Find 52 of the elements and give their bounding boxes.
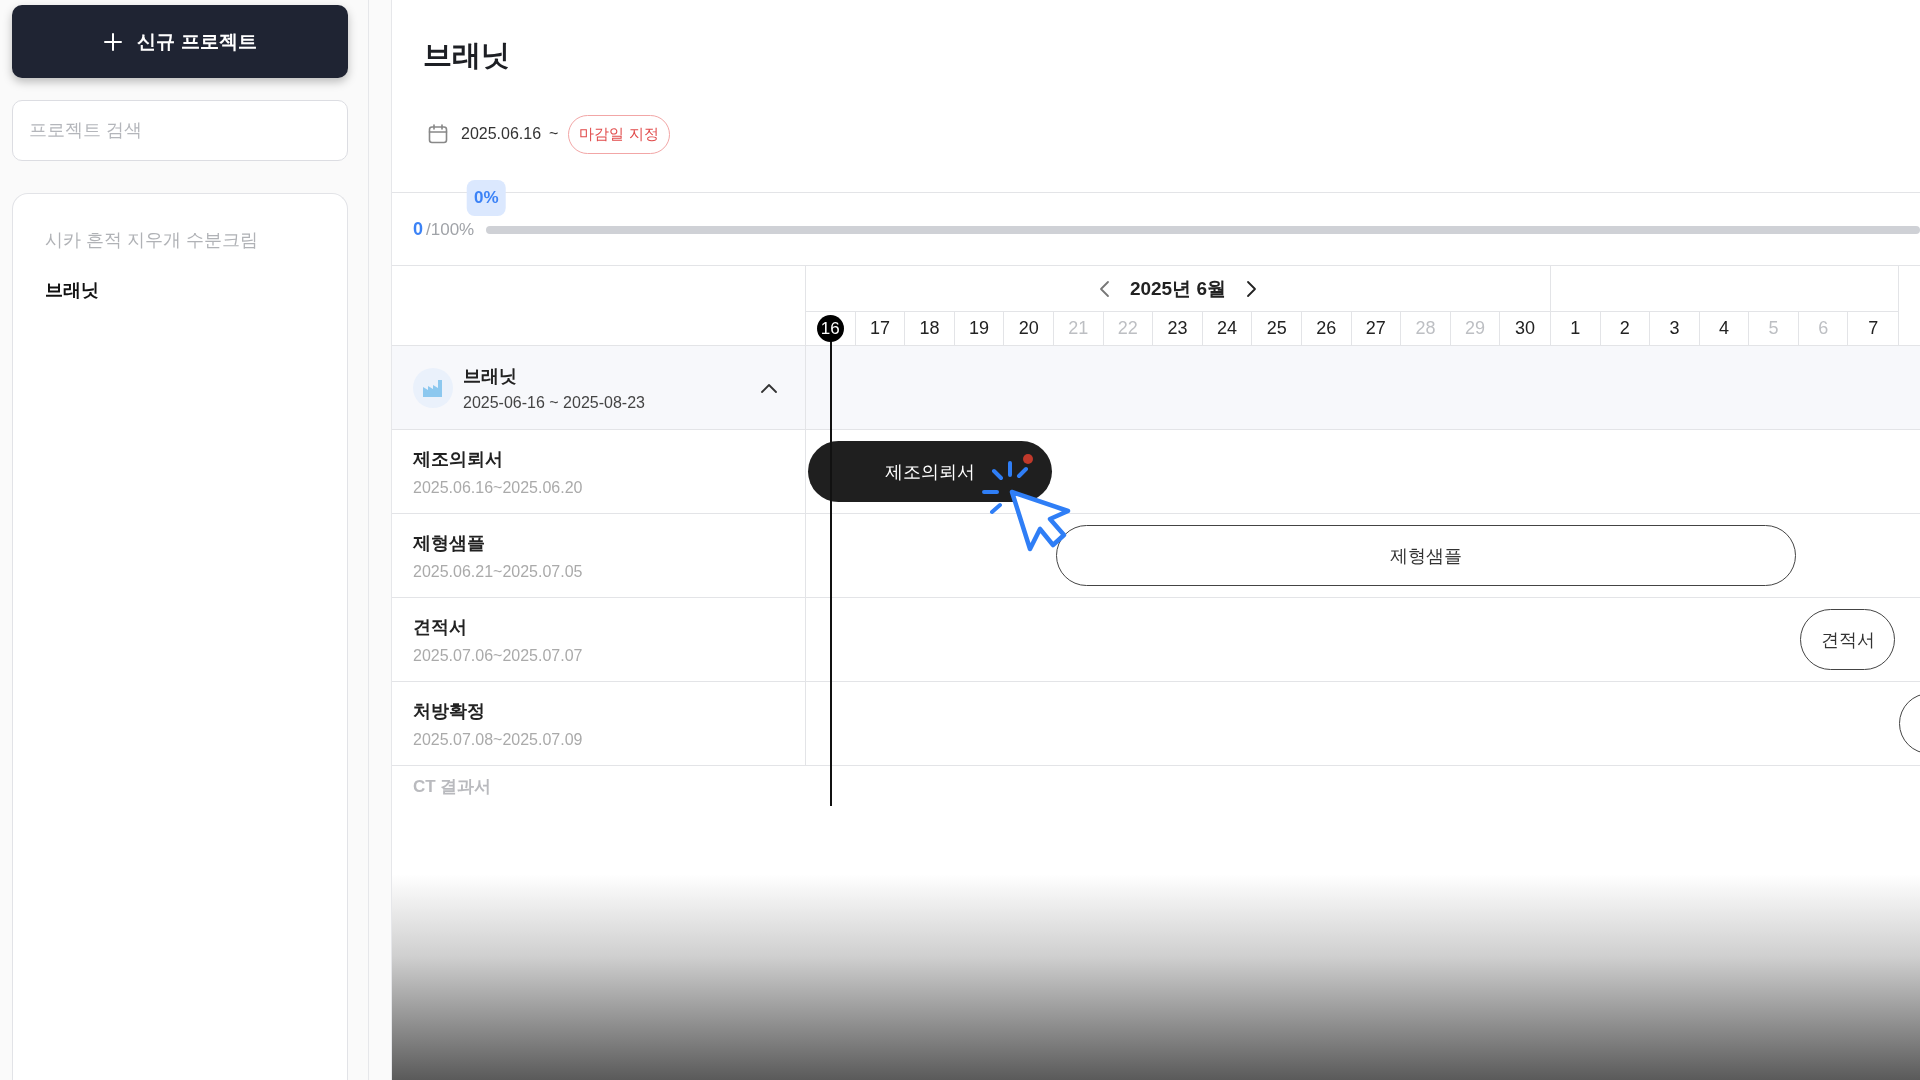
plus-icon xyxy=(103,31,124,52)
progress-badge: 0% xyxy=(466,180,506,216)
day-label: 20 xyxy=(1018,318,1039,340)
set-deadline-button[interactable]: 마감일 지정 xyxy=(568,114,670,154)
task-bar[interactable]: 견적서 xyxy=(1800,609,1896,670)
group-name: 브래닛 xyxy=(463,364,518,388)
day-label: 4 xyxy=(1718,318,1729,340)
day-label: 17 xyxy=(869,318,890,340)
task-bar[interactable]: 제형샘플 xyxy=(1056,525,1796,586)
day-label: 22 xyxy=(1117,318,1138,340)
day-label: 30 xyxy=(1515,318,1536,340)
group-dates: 2025-06-16 ~ 2025-08-23 xyxy=(463,393,646,412)
previous-month-button[interactable] xyxy=(1097,278,1112,299)
day-label: 29 xyxy=(1465,318,1486,340)
task-name: 제조의뢰서 xyxy=(413,447,504,471)
task-dates: 2025.06.16~2025.06.20 xyxy=(413,478,584,497)
task-bar[interactable]: 제조의뢰서 xyxy=(808,441,1052,502)
task-name: 제형샘플 xyxy=(413,531,486,555)
search-field[interactable]: 프로젝트 검색 xyxy=(12,100,348,161)
day-label: 25 xyxy=(1266,318,1287,340)
factory-icon xyxy=(413,367,453,408)
project-item[interactable]: 브래닛 xyxy=(45,278,99,302)
start-date: 2025.06.16 xyxy=(461,125,542,143)
day-label: 24 xyxy=(1217,318,1238,340)
progress-total: /100% xyxy=(426,219,475,240)
day-label: 23 xyxy=(1167,318,1188,340)
day-label: 7 xyxy=(1868,318,1879,340)
day-label: 26 xyxy=(1316,318,1337,340)
day-label: 2 xyxy=(1619,318,1630,340)
calendar-icon xyxy=(427,123,449,145)
new-project-button[interactable]: 신규 프로젝트 xyxy=(12,5,348,78)
day-label: 19 xyxy=(969,318,990,340)
day-label: 6 xyxy=(1818,318,1829,340)
progress-done: 0 xyxy=(413,218,423,240)
task-name: 견적서 xyxy=(413,615,468,639)
task-dates: 2025.06.21~2025.07.05 xyxy=(413,562,584,581)
range-separator: ~ xyxy=(549,125,559,143)
day-label: 1 xyxy=(1570,318,1581,340)
task-name: CT 결과서 xyxy=(413,775,492,798)
project-title: 브래닛 xyxy=(423,38,511,73)
task-name: 처방확정 xyxy=(413,699,486,723)
task-dates: 2025.07.06~2025.07.07 xyxy=(413,646,584,665)
day-label: 3 xyxy=(1669,318,1680,340)
day-label: 21 xyxy=(1068,318,1089,340)
task-dates: 2025.07.08~2025.07.09 xyxy=(413,730,584,749)
day-label: 5 xyxy=(1768,318,1779,340)
day-label: 28 xyxy=(1415,318,1436,340)
month-label: 2025년 6월 xyxy=(1129,276,1226,301)
day-label: 18 xyxy=(919,318,940,340)
next-month-button[interactable] xyxy=(1244,278,1258,299)
day-label: 27 xyxy=(1365,318,1386,340)
today-marker: 16 xyxy=(816,315,844,343)
